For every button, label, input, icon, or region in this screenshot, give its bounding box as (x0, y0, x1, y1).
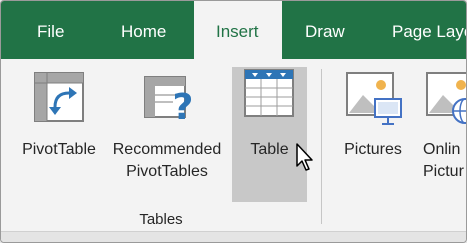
recommended-pivottables-icon: ? (144, 76, 194, 128)
pictures-button[interactable]: Pictures (333, 67, 413, 202)
pictures-icon (346, 72, 402, 125)
svg-text:?: ? (173, 87, 194, 128)
pivottable-label: PivotTable (22, 141, 96, 158)
tab-home[interactable]: Home (121, 1, 166, 59)
online-pictures-button[interactable]: Onlin Pictur (417, 67, 466, 202)
tab-insert[interactable]: Insert (194, 1, 282, 59)
ribbon-bottom-strip (1, 231, 466, 242)
pivottable-button[interactable]: PivotTable (9, 67, 109, 202)
online-pictures-icon (426, 72, 466, 124)
table-button[interactable]: Table (232, 67, 307, 202)
group-separator (321, 69, 322, 224)
online-pictures-label-line1: Onlin (423, 141, 461, 158)
group-label-tables: Tables (139, 211, 183, 228)
ribbon-insert-panel: PivotTable ? Recommended PivotTables Tab… (1, 59, 466, 231)
recommended-pivottables-button[interactable]: ? Recommended PivotTables (107, 67, 227, 202)
ribbon-tab-bar: File Home Insert Draw Page Layo (1, 1, 466, 59)
online-pictures-label-line2: Pictur (423, 163, 464, 180)
mouse-cursor-icon (296, 143, 313, 171)
tab-page-layout[interactable]: Page Layo (392, 1, 466, 59)
excel-ribbon: File Home Insert Draw Page Layo PivotTab… (0, 0, 467, 243)
recommended-label-line1: Recommended (112, 141, 222, 158)
tab-file[interactable]: File (37, 1, 64, 59)
tab-draw[interactable]: Draw (305, 1, 345, 59)
table-icon (244, 69, 294, 117)
pictures-label: Pictures (344, 141, 402, 158)
recommended-label-line2: PivotTables (126, 163, 208, 180)
pivottable-icon (34, 72, 84, 122)
